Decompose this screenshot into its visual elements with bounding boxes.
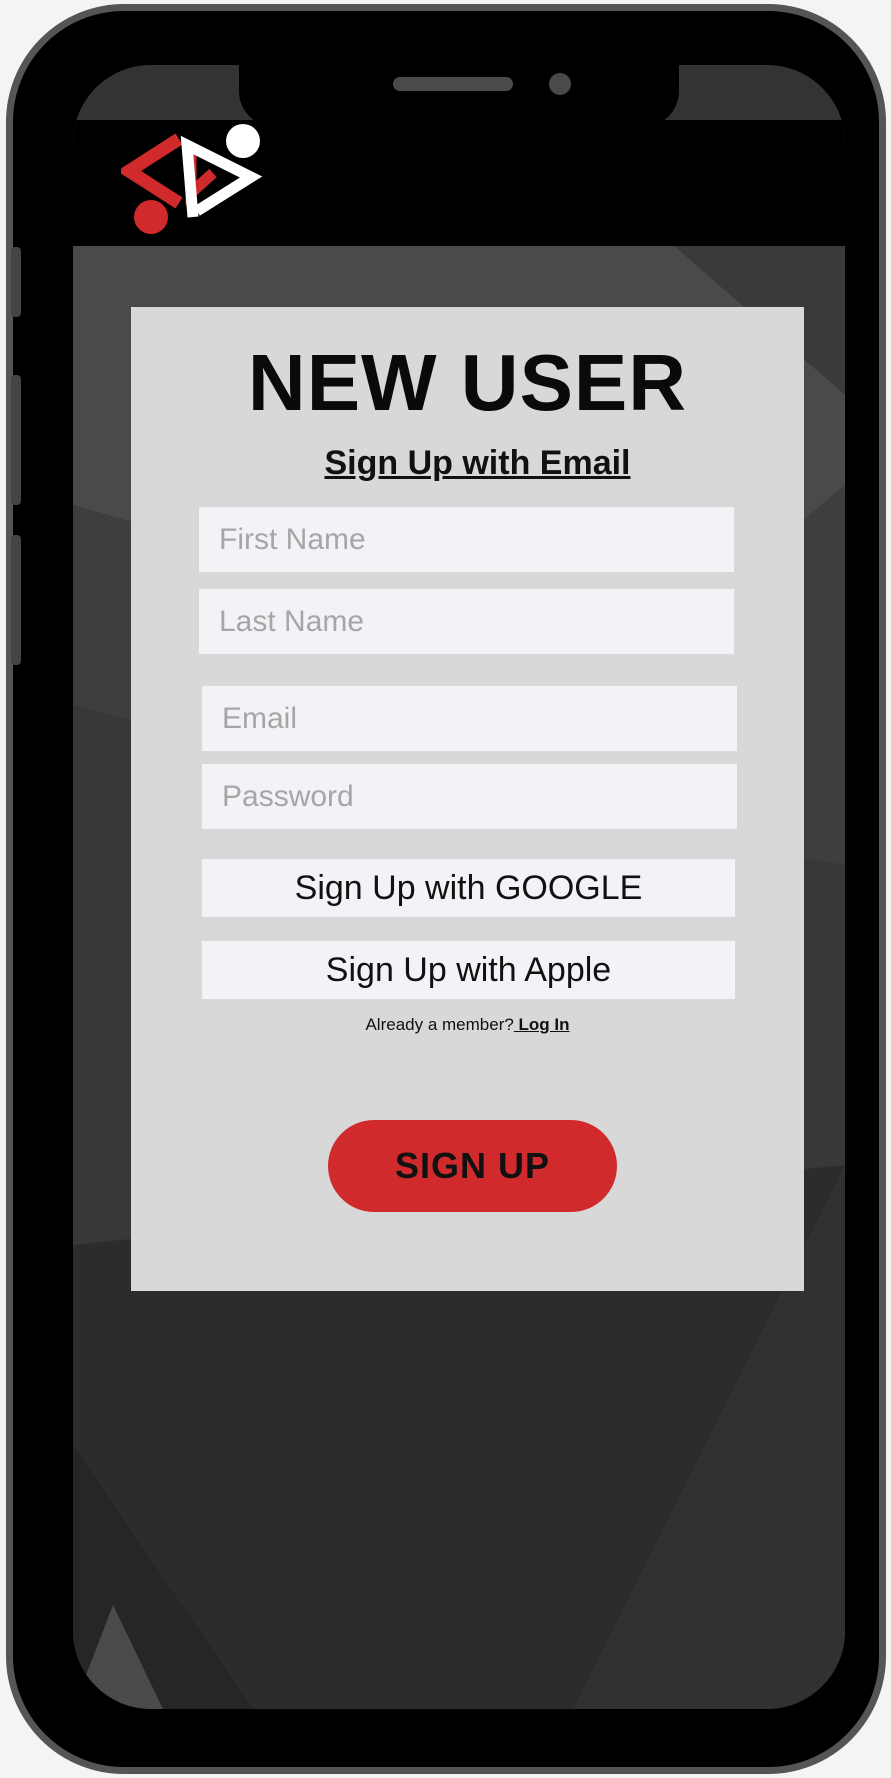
- front-camera: [549, 73, 571, 95]
- volume-up-button: [11, 375, 21, 505]
- login-prompt: Already a member? Log In: [131, 1015, 804, 1035]
- member-prompt-text: Already a member?: [365, 1015, 514, 1034]
- page-title: NEW USER: [247, 338, 688, 427]
- apple-signup-button[interactable]: Sign Up with Apple: [202, 941, 735, 999]
- notch: [239, 65, 679, 127]
- password-input[interactable]: [202, 764, 737, 829]
- speaker-grille: [393, 77, 513, 91]
- phone-frame: NEW USER Sign Up with Email Sign Up with…: [6, 4, 886, 1774]
- first-name-input[interactable]: [199, 507, 734, 572]
- sign-up-button[interactable]: SIGN UP: [328, 1120, 617, 1212]
- google-signup-button[interactable]: Sign Up with GOOGLE: [202, 859, 735, 917]
- signup-email-heading: Sign Up with Email: [324, 444, 631, 482]
- email-input[interactable]: [202, 686, 737, 751]
- brand-logo-icon: [121, 124, 263, 234]
- volume-down-button: [11, 535, 21, 665]
- login-link[interactable]: Log In: [514, 1015, 570, 1034]
- mute-switch: [11, 247, 21, 317]
- last-name-input[interactable]: [199, 589, 734, 654]
- signup-card: NEW USER Sign Up with Email Sign Up with…: [131, 307, 804, 1291]
- phone-screen: NEW USER Sign Up with Email Sign Up with…: [73, 65, 845, 1709]
